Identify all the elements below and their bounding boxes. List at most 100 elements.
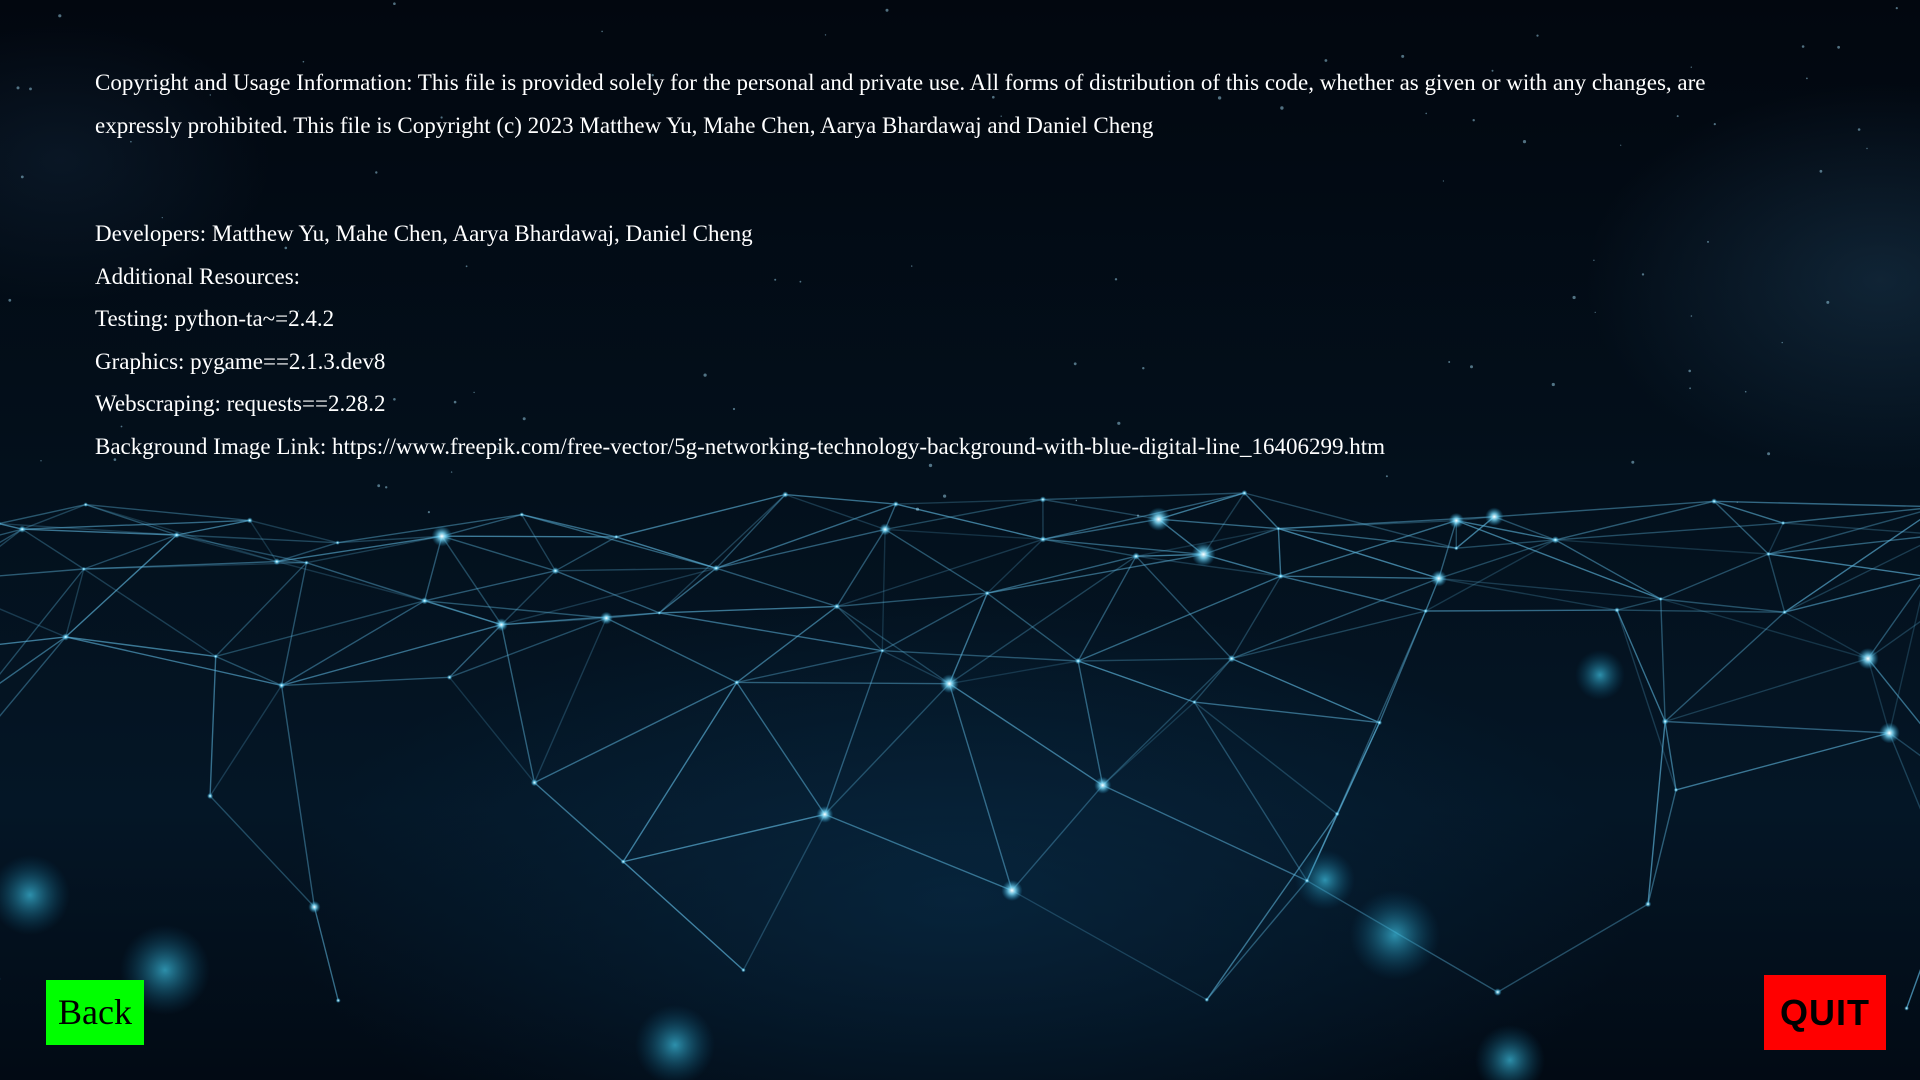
network-line xyxy=(785,493,896,505)
network-line xyxy=(606,617,738,684)
network-line xyxy=(176,534,307,564)
network-node xyxy=(1423,608,1429,614)
network-node xyxy=(519,512,525,517)
network-line xyxy=(1664,657,1869,723)
network-line xyxy=(742,814,826,971)
back-button[interactable]: Back xyxy=(46,980,144,1045)
network-node xyxy=(1227,654,1236,663)
network-line xyxy=(1647,721,1666,905)
network-line xyxy=(1231,610,1426,660)
network-line xyxy=(1042,518,1159,540)
network-line xyxy=(65,568,85,638)
network-line xyxy=(521,513,717,569)
network-line xyxy=(1280,575,1426,612)
network-node xyxy=(1304,878,1310,884)
network-line xyxy=(606,612,660,619)
network-node xyxy=(1857,648,1879,670)
network-line xyxy=(785,493,886,531)
star-dot xyxy=(1385,475,1388,478)
quit-button[interactable]: QUIT xyxy=(1764,975,1886,1050)
network-node xyxy=(1904,1005,1909,1011)
star-dot xyxy=(1826,300,1830,304)
network-line xyxy=(623,813,825,863)
network-node xyxy=(213,654,218,659)
network-line xyxy=(1077,660,1195,703)
network-node xyxy=(83,502,88,507)
network-node xyxy=(1551,536,1560,544)
network-line xyxy=(949,660,1079,685)
network-line xyxy=(1665,720,1890,734)
network-line xyxy=(280,685,316,908)
network-node xyxy=(1644,900,1652,908)
network-node xyxy=(335,540,340,545)
star-dot xyxy=(58,14,62,18)
network-line xyxy=(0,608,66,638)
testing-line: Testing: python-ta~=2.4.2 xyxy=(95,306,335,331)
network-node xyxy=(816,806,834,823)
network-line xyxy=(1768,511,1920,555)
network-line xyxy=(1647,789,1677,905)
star-dot xyxy=(1801,45,1805,48)
network-line xyxy=(1497,903,1649,993)
network-line xyxy=(1616,609,1677,791)
star-dot xyxy=(20,175,24,179)
network-node xyxy=(1039,536,1047,543)
network-line xyxy=(0,528,23,548)
network-line xyxy=(1784,611,1869,660)
network-glow xyxy=(0,855,70,935)
network-line xyxy=(1456,539,1556,549)
network-node xyxy=(207,792,214,800)
network-line xyxy=(1231,577,1440,660)
network-node xyxy=(712,564,720,572)
network-node xyxy=(1782,609,1787,615)
network-line xyxy=(1042,538,1137,557)
network-line xyxy=(1664,721,1677,791)
network-node xyxy=(1454,545,1459,551)
network-node xyxy=(734,679,740,686)
network-node xyxy=(0,977,1,981)
star-dot xyxy=(1866,147,1868,150)
star-dot xyxy=(1806,77,1808,80)
network-node xyxy=(61,633,70,641)
network-line xyxy=(21,528,85,570)
network-node xyxy=(984,590,990,596)
network-line xyxy=(1230,575,1282,659)
network-line xyxy=(1206,880,1308,1001)
network-node xyxy=(880,648,885,653)
network-line xyxy=(882,650,1079,662)
network-line xyxy=(1555,539,1769,555)
network-line xyxy=(209,656,217,797)
network-node xyxy=(1711,498,1718,505)
network-line xyxy=(448,676,535,784)
network-node xyxy=(1376,720,1383,726)
network-line xyxy=(1011,784,1104,891)
network-line xyxy=(534,681,738,784)
network-glow xyxy=(1475,1025,1545,1080)
network-line xyxy=(424,570,556,602)
network-glow xyxy=(1575,650,1625,700)
network-line xyxy=(1243,492,1279,530)
network-node xyxy=(335,998,341,1003)
network-line xyxy=(1102,701,1195,786)
network-line xyxy=(1888,599,1920,734)
network-line xyxy=(987,555,1137,594)
network-node xyxy=(1448,512,1465,529)
network-node xyxy=(0,521,2,526)
star-dot xyxy=(377,484,381,488)
network-line xyxy=(1660,598,1869,660)
star-dot xyxy=(393,2,396,5)
network-line xyxy=(715,494,786,569)
network-line xyxy=(824,650,883,815)
network-line xyxy=(1077,575,1281,662)
network-line xyxy=(1277,528,1282,577)
network-node xyxy=(1146,507,1171,531)
network-node xyxy=(81,566,87,572)
network-node xyxy=(173,531,180,539)
network-node xyxy=(421,597,429,605)
network-line xyxy=(1888,732,1920,810)
network-node xyxy=(1493,988,1502,996)
network-line xyxy=(1336,610,1427,815)
network-line xyxy=(949,555,1137,685)
network-node xyxy=(1094,776,1112,794)
